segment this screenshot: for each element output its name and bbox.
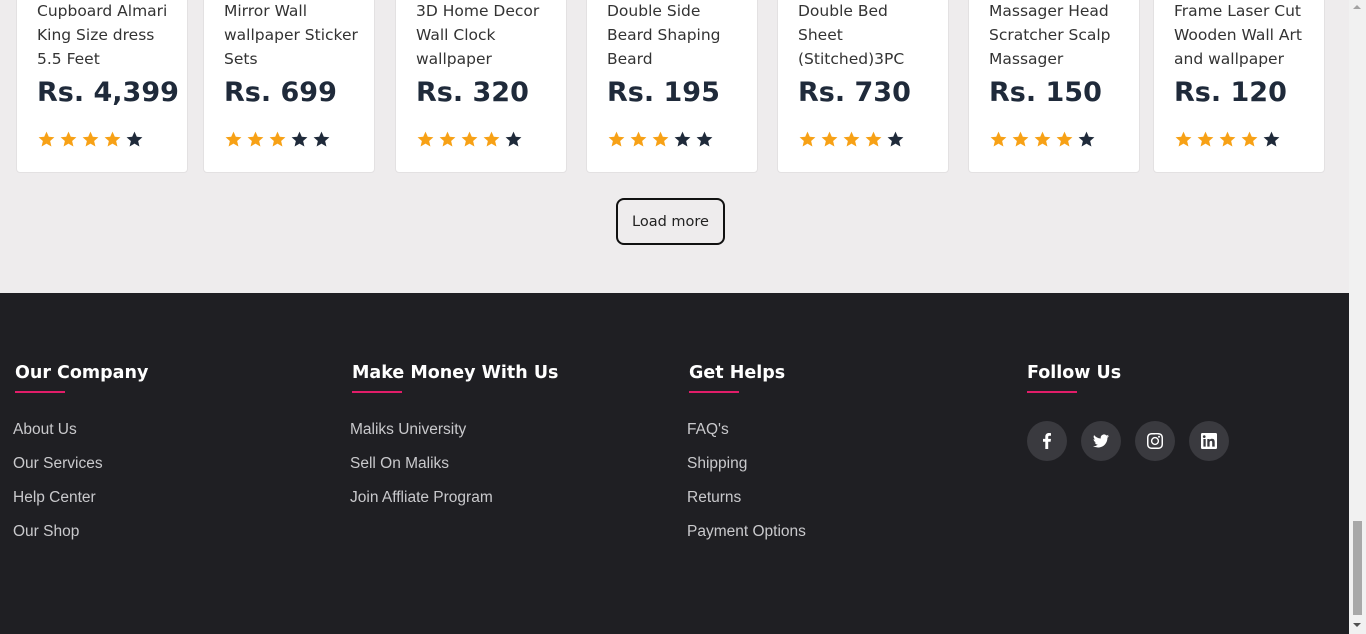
star-filled-icon [1012,131,1029,147]
footer-column-help: Get Helps FAQ's Shipping Returns Payment… [687,363,806,556]
product-card[interactable]: Frame Laser Cut Wooden Wall Art and wall… [1153,0,1325,173]
rating-stars [416,130,523,149]
product-name[interactable]: Double Bed Sheet (Stitched)3PC [798,0,933,71]
footer-column-money: Make Money With Us Maliks University Sel… [350,363,558,522]
heading-underline [1027,391,1077,393]
star-filled-icon [1034,131,1051,147]
scrollbar[interactable] [1349,0,1366,634]
footer-link-affiliate-program[interactable]: Join Affliate Program [350,488,558,522]
twitter-icon[interactable] [1081,421,1121,461]
star-filled-icon [1175,131,1192,147]
star-filled-icon [1056,131,1073,147]
footer-link-help-center[interactable]: Help Center [13,488,148,522]
footer-column-follow: Follow Us [1025,363,1229,461]
footer-heading: Make Money With Us [352,363,559,383]
rating-stars [798,130,905,149]
footer-link-payment-options[interactable]: Payment Options [687,522,806,556]
linkedin-icon[interactable] [1189,421,1229,461]
star-filled-icon [821,131,838,147]
star-filled-icon [439,131,456,147]
footer-link-about-us[interactable]: About Us [13,420,148,454]
footer-link-returns[interactable]: Returns [687,488,806,522]
page: Cupboard Almari King Size dress 5.5 Feet… [0,0,1349,634]
product-card[interactable]: Double Side Beard Shaping Beard Rs. 195 [586,0,758,173]
footer-heading: Get Helps [689,363,786,383]
star-filled-icon [652,131,669,147]
social-links [1027,421,1229,461]
heading-underline [15,391,65,393]
footer-link-our-shop[interactable]: Our Shop [13,522,148,556]
rating-stars [224,130,331,149]
star-filled-icon [1241,131,1258,147]
product-name[interactable]: Frame Laser Cut Wooden Wall Art and wall… [1174,0,1309,71]
product-price: Rs. 320 [416,77,529,108]
scroll-down-arrow[interactable] [1349,618,1366,632]
instagram-icon[interactable] [1135,421,1175,461]
star-filled-icon [104,131,121,147]
product-card[interactable]: Double Bed Sheet (Stitched)3PC Rs. 730 [777,0,949,173]
star-empty-icon [505,131,522,147]
star-empty-icon [313,131,330,147]
footer-column-company: Our Company About Us Our Services Help C… [13,363,148,556]
star-filled-icon [247,131,264,147]
product-name[interactable]: 3D Home Decor Wall Clock wallpaper [416,0,551,71]
footer-link-shipping[interactable]: Shipping [687,454,806,488]
scroll-thumb[interactable] [1353,521,1362,615]
star-filled-icon [1219,131,1236,147]
product-price: Rs. 120 [1174,77,1287,108]
star-filled-icon [461,131,478,147]
footer: Our Company About Us Our Services Help C… [0,293,1349,634]
star-filled-icon [843,131,860,147]
star-empty-icon [291,131,308,147]
footer-heading: Our Company [15,363,149,383]
product-card[interactable]: Massager Head Scratcher Scalp Massager R… [968,0,1140,173]
star-empty-icon [674,131,691,147]
star-filled-icon [38,131,55,147]
product-name[interactable]: Mirror Wall wallpaper Sticker Sets [224,0,359,71]
product-card[interactable]: 3D Home Decor Wall Clock wallpaper Rs. 3… [395,0,567,173]
load-more-button[interactable]: Load more [616,198,725,245]
product-price: Rs. 730 [798,77,911,108]
star-filled-icon [60,131,77,147]
star-empty-icon [1263,131,1280,147]
star-filled-icon [865,131,882,147]
rating-stars [1174,130,1281,149]
facebook-icon[interactable] [1027,421,1067,461]
rating-stars [607,130,714,149]
product-price: Rs. 195 [607,77,720,108]
star-filled-icon [799,131,816,147]
star-empty-icon [696,131,713,147]
product-price: Rs. 699 [224,77,337,108]
scroll-up-arrow[interactable] [1349,0,1366,14]
star-empty-icon [1078,131,1095,147]
star-filled-icon [417,131,434,147]
star-filled-icon [1197,131,1214,147]
rating-stars [37,130,144,149]
product-card[interactable]: Mirror Wall wallpaper Sticker Sets Rs. 6… [203,0,375,173]
product-price: Rs. 150 [989,77,1102,108]
star-filled-icon [82,131,99,147]
product-section: Cupboard Almari King Size dress 5.5 Feet… [0,0,1349,293]
footer-heading: Follow Us [1027,363,1122,383]
product-name[interactable]: Massager Head Scratcher Scalp Massager [989,0,1124,71]
star-empty-icon [126,131,143,147]
footer-link-maliks-university[interactable]: Maliks University [350,420,558,454]
footer-link-faqs[interactable]: FAQ's [687,420,806,454]
star-filled-icon [630,131,647,147]
star-filled-icon [225,131,242,147]
heading-underline [689,391,739,393]
product-price: Rs. 4,399 [37,77,179,108]
star-filled-icon [483,131,500,147]
star-filled-icon [269,131,286,147]
footer-link-sell-on-maliks[interactable]: Sell On Maliks [350,454,558,488]
product-name[interactable]: Cupboard Almari King Size dress 5.5 Feet [37,0,172,71]
star-empty-icon [887,131,904,147]
product-card[interactable]: Cupboard Almari King Size dress 5.5 Feet… [16,0,188,173]
rating-stars [989,130,1096,149]
star-filled-icon [990,131,1007,147]
heading-underline [352,391,402,393]
footer-link-our-services[interactable]: Our Services [13,454,148,488]
product-name[interactable]: Double Side Beard Shaping Beard [607,0,742,71]
star-filled-icon [608,131,625,147]
